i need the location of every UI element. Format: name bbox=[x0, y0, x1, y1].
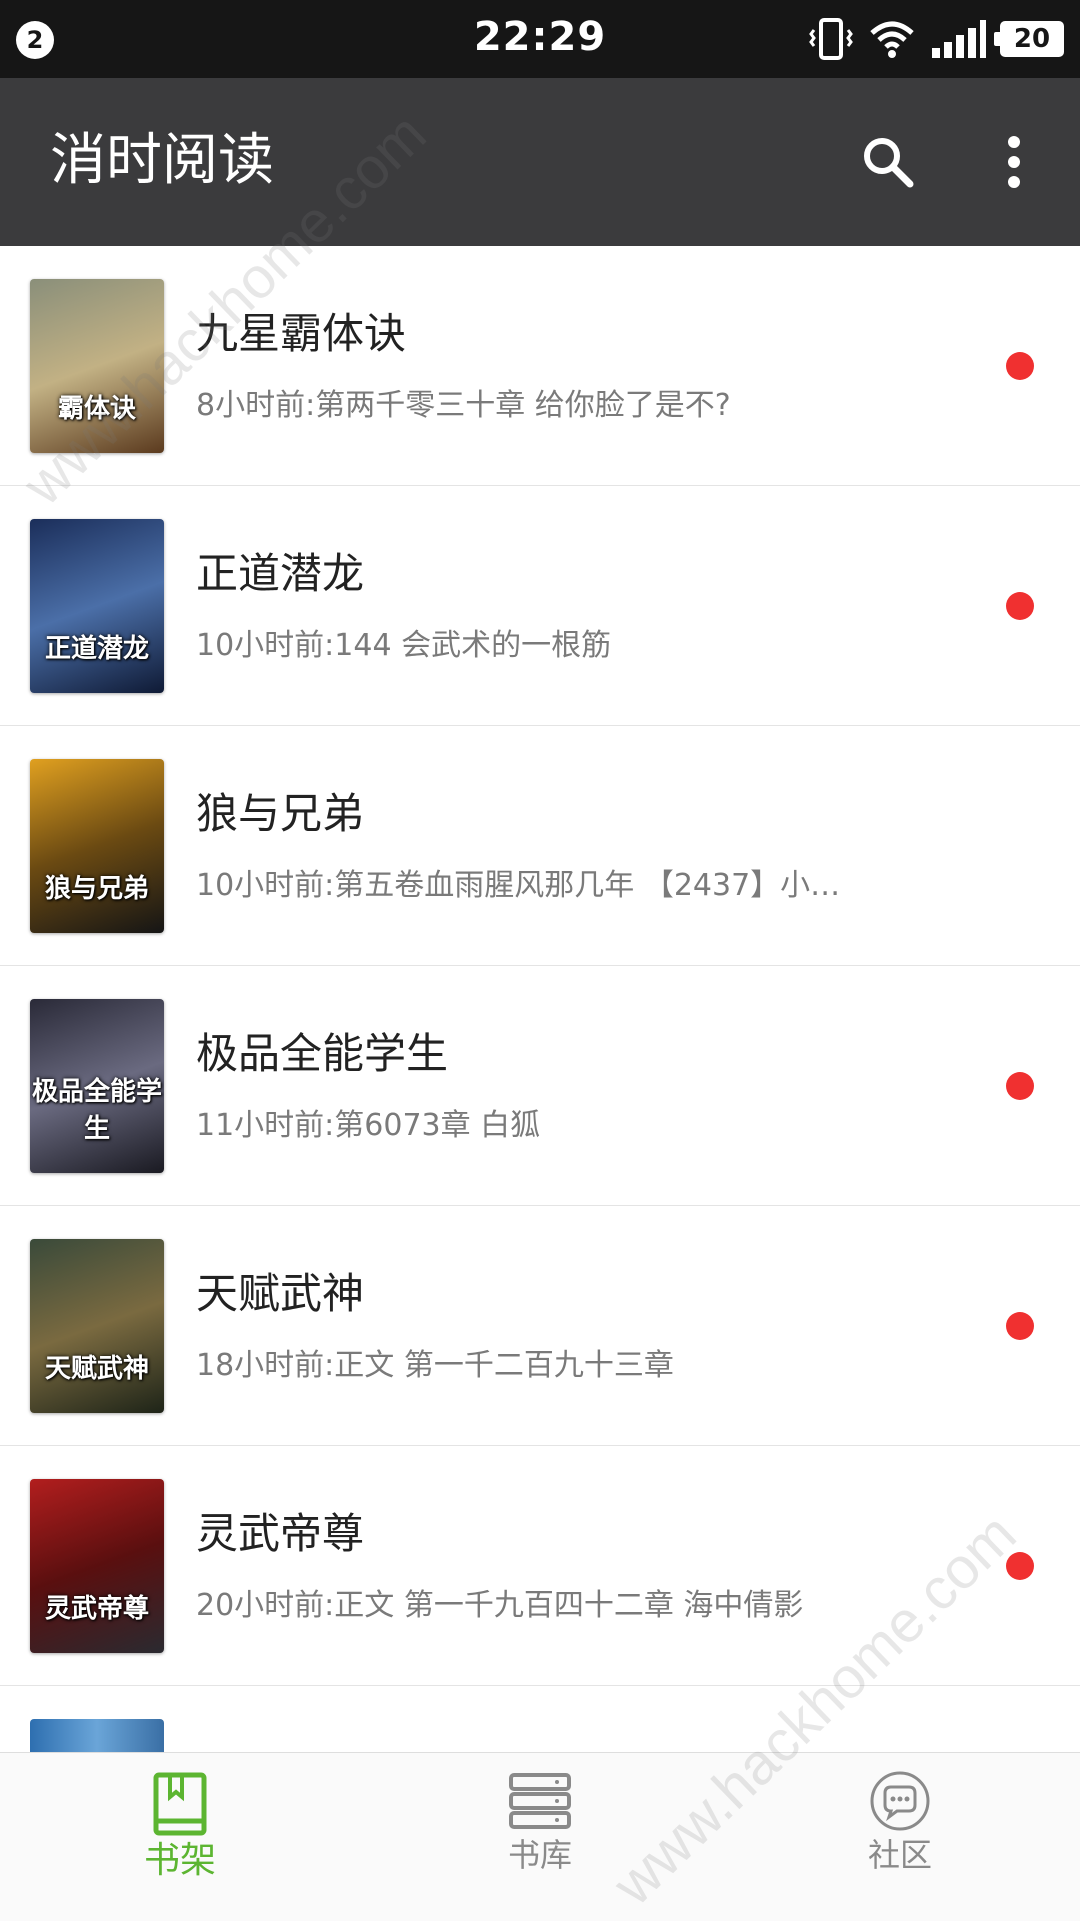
bottom-navigation: 书架 书库 社区 bbox=[0, 1752, 1080, 1921]
book-cover-title: 极品全能学生 bbox=[31, 1077, 162, 1144]
community-icon bbox=[870, 1771, 930, 1831]
battery-icon: 20 bbox=[994, 21, 1064, 57]
nav-bookshelf[interactable]: 书架 bbox=[80, 1771, 280, 1911]
book-cover: 正道潜龙 bbox=[30, 519, 164, 693]
book-cover bbox=[30, 1719, 164, 1752]
book-title: 正道潜龙 bbox=[196, 549, 365, 598]
unread-indicator bbox=[1006, 352, 1034, 380]
nav-library-label: 书库 bbox=[507, 1836, 572, 1874]
book-cover-title: 灵武帝尊 bbox=[44, 1594, 149, 1624]
nav-bookshelf-label: 书架 bbox=[143, 1840, 216, 1881]
book-cover-title: 霸体诀 bbox=[57, 394, 136, 424]
book-cover-title: 狼与兄弟 bbox=[44, 874, 149, 904]
library-icon bbox=[509, 1773, 571, 1829]
book-cover: 极品全能学生 bbox=[30, 999, 164, 1173]
book-title: 天赋武神 bbox=[196, 1269, 365, 1318]
book-cover: 狼与兄弟 bbox=[30, 759, 164, 933]
book-cover: 天赋武神 bbox=[30, 1239, 164, 1413]
book-row[interactable]: 霸体诀 九星霸体诀 8小时前:第两千零三十章 给你脸了是不? bbox=[0, 246, 1080, 486]
book-cover-title: 正道潜龙 bbox=[44, 634, 149, 664]
signal-icon bbox=[932, 20, 986, 58]
book-title: 灵武帝尊 bbox=[196, 1509, 365, 1558]
book-row-partial[interactable] bbox=[0, 1686, 1080, 1752]
nav-community[interactable]: 社区 bbox=[800, 1771, 1000, 1911]
unread-indicator bbox=[1006, 592, 1034, 620]
wifi-icon bbox=[870, 21, 914, 58]
book-row[interactable]: 灵武帝尊 灵武帝尊 20小时前:正文 第一千九百四十二章 海中倩影 bbox=[0, 1446, 1080, 1686]
unread-indicator bbox=[1006, 1552, 1034, 1580]
book-cover: 霸体诀 bbox=[30, 279, 164, 453]
more-vert-icon bbox=[1008, 136, 1020, 188]
status-icons: 20 bbox=[808, 16, 1064, 62]
nav-community-label: 社区 bbox=[867, 1836, 932, 1874]
bookshelf-list[interactable]: 霸体诀 九星霸体诀 8小时前:第两千零三十章 给你脸了是不? 正道潜龙 正道潜龙 10小时… bbox=[0, 246, 1080, 1752]
vibrate-icon bbox=[809, 18, 853, 60]
book-latest-chapter: 11小时前:第6073章 白狐 bbox=[196, 1108, 541, 1143]
book-cover-title: 天赋武神 bbox=[44, 1354, 149, 1384]
app-bar: 消时阅读 bbox=[0, 78, 1080, 246]
search-icon bbox=[864, 138, 914, 188]
nav-library[interactable]: 书库 bbox=[440, 1771, 640, 1911]
search-button[interactable] bbox=[846, 120, 930, 204]
unread-indicator bbox=[1006, 1072, 1034, 1100]
bookshelf-icon bbox=[153, 1772, 207, 1836]
book-row[interactable]: 极品全能学生 极品全能学生 11小时前:第6073章 白狐 bbox=[0, 966, 1080, 1206]
book-cover: 灵武帝尊 bbox=[30, 1479, 164, 1653]
book-row[interactable]: 狼与兄弟 狼与兄弟 10小时前:第五卷血雨腥风那几年 【2437】小… bbox=[0, 726, 1080, 966]
status-bar: 2 22:29 20 bbox=[0, 0, 1080, 78]
book-latest-chapter: 18小时前:正文 第一千二百九十三章 bbox=[196, 1348, 674, 1383]
book-latest-chapter: 8小时前:第两千零三十章 给你脸了是不? bbox=[196, 388, 731, 423]
book-title: 狼与兄弟 bbox=[196, 789, 365, 838]
book-latest-chapter: 10小时前:144 会武术的一根筋 bbox=[196, 628, 612, 663]
book-title: 极品全能学生 bbox=[196, 1029, 449, 1078]
book-row[interactable]: 天赋武神 天赋武神 18小时前:正文 第一千二百九十三章 bbox=[0, 1206, 1080, 1446]
book-latest-chapter: 10小时前:第五卷血雨腥风那几年 【2437】小… bbox=[196, 868, 841, 903]
app-title: 消时阅读 bbox=[50, 128, 274, 193]
more-options-button[interactable] bbox=[972, 120, 1056, 204]
book-title: 九星霸体诀 bbox=[196, 309, 407, 358]
unread-indicator bbox=[1006, 1312, 1034, 1340]
book-row[interactable]: 正道潜龙 正道潜龙 10小时前:144 会武术的一根筋 bbox=[0, 486, 1080, 726]
book-latest-chapter: 20小时前:正文 第一千九百四十二章 海中倩影 bbox=[196, 1588, 804, 1623]
